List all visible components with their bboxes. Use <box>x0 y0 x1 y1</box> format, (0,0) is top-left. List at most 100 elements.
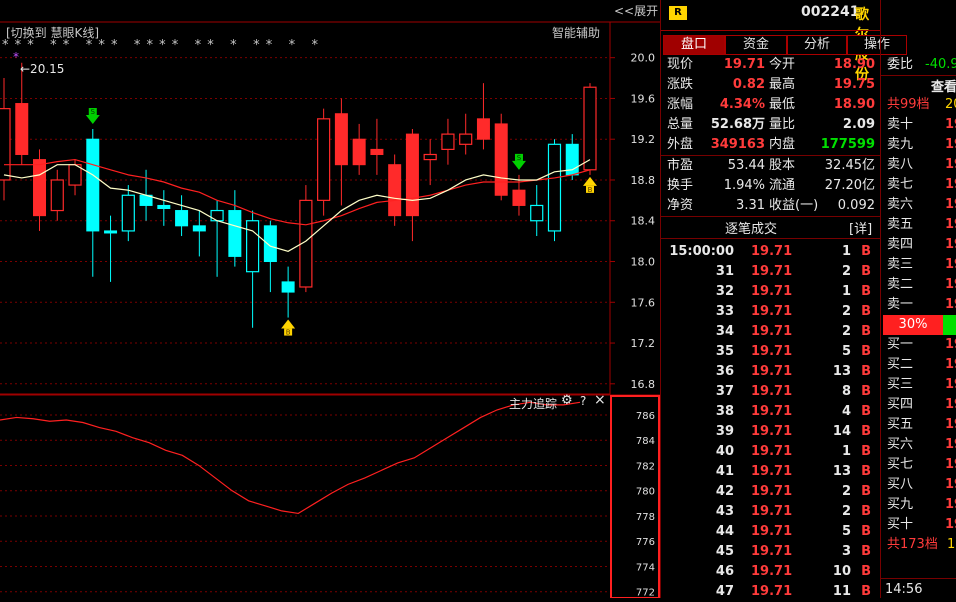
sell-level-row[interactable]: 卖四 19 <box>881 235 956 255</box>
buy-level-row[interactable]: 买七 19 <box>881 455 956 475</box>
tick-row[interactable]: 37 19.71 8 B <box>661 382 881 402</box>
price-tick-label: 18.8 <box>631 174 656 187</box>
tick-row[interactable]: 15:00:00 19.71 1 B <box>661 242 881 262</box>
tick-time: 36 <box>715 364 734 379</box>
buy-level-row[interactable]: 买一 19 <box>881 335 956 355</box>
sell-level-row[interactable]: 卖九 19 <box>881 135 956 155</box>
tick-volume: 2 <box>841 264 851 279</box>
buy-level-row[interactable]: 买三 19 <box>881 375 956 395</box>
candle-body <box>121 194 135 232</box>
quote-value: 19.71 <box>723 57 765 72</box>
quote-value: 18.90 <box>833 57 875 72</box>
expand-button[interactable]: <<展开 <box>614 2 658 19</box>
sell-level-label: 卖四 <box>887 237 914 252</box>
tick-side: B <box>861 564 871 579</box>
close-icon[interactable]: × <box>594 392 606 408</box>
buy-level-label: 买十 <box>887 517 914 532</box>
tick-row[interactable]: 35 19.71 5 B <box>661 342 881 362</box>
tick-side: B <box>861 484 871 499</box>
help-icon[interactable]: ? <box>580 394 586 408</box>
tick-row[interactable]: 46 19.71 10 B <box>661 562 881 582</box>
tick-volume: 5 <box>841 344 851 359</box>
tick-volume: 10 <box>832 564 851 579</box>
quote-label: 收益(一) <box>769 198 819 213</box>
tick-row[interactable]: 34 19.71 2 B <box>661 322 881 342</box>
candle-body <box>423 153 437 161</box>
price-tick-label: 17.2 <box>631 337 656 350</box>
sell-level-row[interactable]: 卖六 19 <box>881 195 956 215</box>
buy-level-row[interactable]: 买五 19 <box>881 415 956 435</box>
quote-row: 现价 19.71 今开 18.90 <box>661 55 881 75</box>
candle-body <box>50 179 64 212</box>
kline-chart[interactable]: S B S B 20.0 19.6 19.2 18.8 18.4 18.0 17.6 17.2 16.… <box>0 0 660 598</box>
tab-pankou[interactable]: 盘口 <box>663 35 725 55</box>
sell-level-row[interactable]: 卖五 19 <box>881 215 956 235</box>
buy-level-price: 19 <box>945 397 956 412</box>
tick-row[interactable]: 45 19.71 3 B <box>661 542 881 562</box>
buy-level-row[interactable]: 买四 19 <box>881 395 956 415</box>
tick-row[interactable]: 31 19.71 2 B <box>661 262 881 282</box>
sell-level-label: 卖五 <box>887 217 914 232</box>
sell-level-row[interactable]: 卖八 19 <box>881 155 956 175</box>
kline-chart-area[interactable]: S B S B 20.0 19.6 19.2 18.8 18.4 18.0 17.6 17.2 16.… <box>0 0 660 598</box>
tick-row[interactable]: 44 19.71 5 B <box>661 522 881 542</box>
tick-row[interactable]: 36 19.71 13 B <box>661 362 881 382</box>
tick-time: 47 <box>715 584 734 599</box>
candle-body <box>210 209 224 222</box>
buy-total-row: 共173档 19 <box>881 535 956 555</box>
tick-row[interactable]: 41 19.71 13 B <box>661 462 881 482</box>
view-button[interactable]: 查看 <box>931 76 956 95</box>
max-price-marker: ←20.15 <box>20 62 65 76</box>
tick-row[interactable]: 47 19.71 11 B <box>661 582 881 602</box>
tick-side: B <box>861 344 871 359</box>
r-badge[interactable]: R <box>669 6 687 20</box>
quote-row: 涨幅 4.34% 最低 18.90 <box>661 95 881 115</box>
sell-level-row[interactable]: 卖二 19 <box>881 275 956 295</box>
tab-funds[interactable]: 资金 <box>725 35 787 55</box>
buy-total-label: 共173档 <box>887 537 938 552</box>
buy-level-row[interactable]: 买十 19 <box>881 515 956 535</box>
tick-volume: 1 <box>841 244 851 259</box>
tick-time: 38 <box>715 404 734 419</box>
tick-time: 35 <box>715 344 734 359</box>
tick-row[interactable]: 40 19.71 1 B <box>661 442 881 462</box>
ratio-bar: 30% <box>883 315 943 335</box>
buy-level-price: 19 <box>945 457 956 472</box>
sell-level-price: 19 <box>945 297 956 312</box>
buy-level-row[interactable]: 买六 19 <box>881 435 956 455</box>
gear-icon[interactable]: ⚙ <box>561 393 573 408</box>
buy-level-row[interactable]: 买二 19 <box>881 355 956 375</box>
stock-code: 002241 <box>801 4 860 20</box>
candle-body <box>0 108 11 181</box>
sell-level-row[interactable]: 卖一 19 <box>881 295 956 315</box>
tick-side: B <box>861 504 871 519</box>
tick-row[interactable]: 43 19.71 2 B <box>661 502 881 522</box>
sell-level-row[interactable]: 卖三 19 <box>881 255 956 275</box>
tick-volume: 14 <box>832 424 851 439</box>
tick-row[interactable]: 39 19.71 14 B <box>661 422 881 442</box>
star-markers: * * * * * * * * * * * * * * * * * * * <box>2 38 319 53</box>
tick-row[interactable]: 38 19.71 4 B <box>661 402 881 422</box>
buy-level-row[interactable]: 买九 19 <box>881 495 956 515</box>
tick-row[interactable]: 32 19.71 1 B <box>661 282 881 302</box>
quote-label: 最高 <box>769 77 796 92</box>
candle-body <box>494 123 508 196</box>
smart-assist-button[interactable]: 智能辅助 <box>552 24 600 41</box>
quote-value: 27.20亿 <box>824 178 875 193</box>
buy-level-label: 买六 <box>887 437 914 452</box>
tick-row[interactable]: 33 19.71 2 B <box>661 302 881 322</box>
buy-level-row[interactable]: 买八 19 <box>881 475 956 495</box>
ticks-detail-link[interactable]: [详] <box>849 218 872 237</box>
candle-body <box>33 159 47 217</box>
tab-analysis[interactable]: 分析 <box>787 35 847 55</box>
quote-value: 32.45亿 <box>824 158 875 173</box>
candle-body <box>583 86 597 171</box>
tick-row[interactable]: 42 19.71 2 B <box>661 482 881 502</box>
tick-volume: 2 <box>841 484 851 499</box>
sell-level-row[interactable]: 卖七 19 <box>881 175 956 195</box>
quote-row: 净资 3.31 收益(一) 0.092 <box>661 196 881 216</box>
price-tick-label: 17.6 <box>631 296 656 309</box>
sell-signal-label: S <box>517 154 522 162</box>
candle-body <box>370 148 384 155</box>
sell-level-row[interactable]: 卖十 19 <box>881 115 956 135</box>
